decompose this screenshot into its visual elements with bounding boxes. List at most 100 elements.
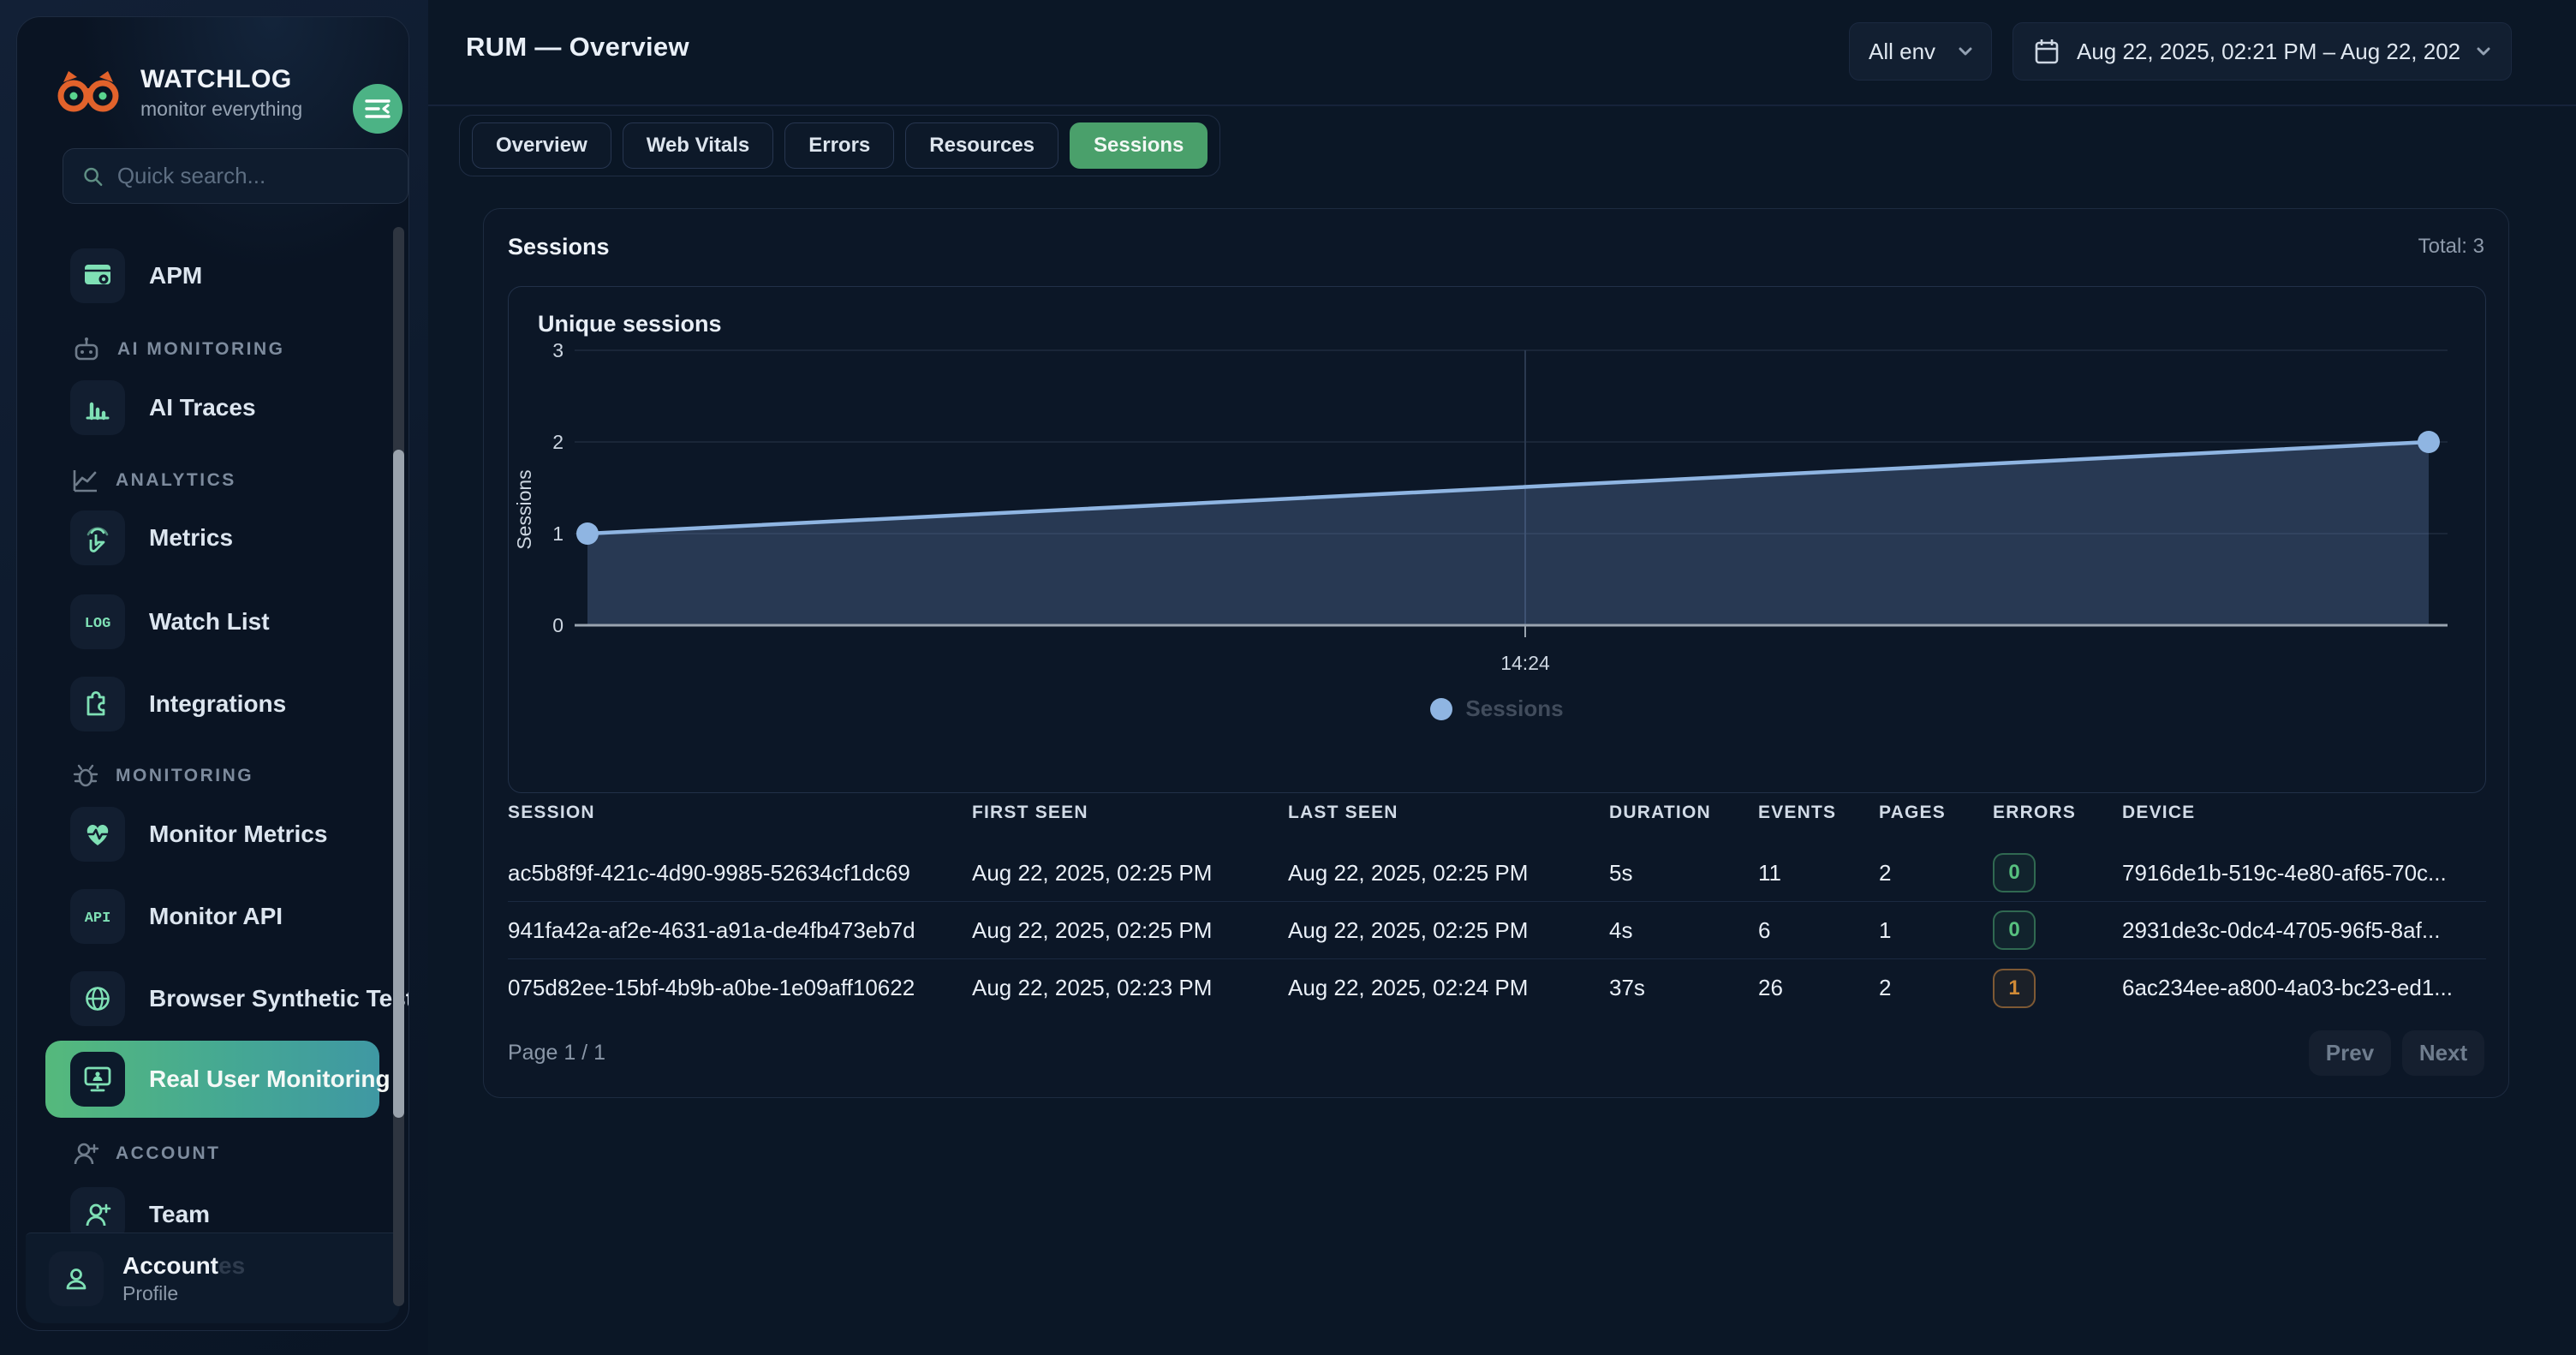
errors-badge: 0: [1993, 910, 2036, 950]
tab-overview[interactable]: Overview: [472, 122, 611, 169]
sessions-panel-title: Sessions: [508, 234, 610, 260]
next-button[interactable]: Next: [2402, 1030, 2484, 1076]
sidebar-item-browser-synthetic-test[interactable]: Browser Synthetic Test: [45, 960, 379, 1037]
watchlog-app: RUM — Overview All env Aug 22, 2025, 02:…: [0, 0, 2576, 1355]
sidebar-scrollbar[interactable]: [393, 227, 404, 1306]
col-duration: DURATION: [1609, 803, 1758, 823]
tab-errors[interactable]: Errors: [784, 122, 894, 169]
sidebar-item-monitor-metrics[interactable]: Monitor Metrics: [45, 796, 379, 873]
device-id: 7916de1b-519c-4e80-af65-70c...: [2122, 860, 2486, 886]
session-id: ac5b8f9f-421c-4d90-9985-52634cf1dc69: [508, 860, 972, 886]
chart-legend[interactable]: Sessions: [509, 695, 2485, 722]
duration: 4s: [1609, 917, 1758, 944]
col-last-seen: LAST SEEN: [1288, 803, 1609, 823]
first-seen: Aug 22, 2025, 02:25 PM: [972, 917, 1288, 944]
env-select-value: All env: [1869, 39, 1935, 65]
sidebar-item-monitor-api[interactable]: API Monitor API: [45, 878, 379, 955]
y-axis-ticks: 0123: [552, 339, 564, 636]
first-seen: Aug 22, 2025, 02:25 PM: [972, 860, 1288, 886]
svg-text:API: API: [85, 910, 111, 927]
account-title: Account: [122, 1252, 218, 1279]
data-point-last: [2418, 431, 2440, 453]
sidebar-item-label: Real User Monitoring: [149, 1065, 391, 1093]
main-region: RUM — Overview All env Aug 22, 2025, 02:…: [428, 0, 2576, 1355]
duration: 5s: [1609, 860, 1758, 886]
first-seen: Aug 22, 2025, 02:23 PM: [972, 975, 1288, 1001]
sidebar-item-watch-list[interactable]: LOG Watch List: [45, 583, 379, 660]
section-label: ANALYTICS: [116, 470, 236, 491]
col-session: SESSION: [508, 803, 972, 823]
unique-sessions-chart-card: 0123 14:24 Sessions Unique sessions Sess…: [508, 286, 2486, 793]
y-axis-tick-label: 1: [552, 522, 564, 545]
account-text: Accountes Profile: [122, 1252, 245, 1305]
watchlog-owl-logo-icon: [57, 69, 120, 118]
account-subtitle: Profile: [122, 1282, 245, 1305]
user-icon: [49, 1251, 104, 1306]
brand-text: WATCHLOG monitor everything: [140, 65, 302, 121]
sidebar-item-label: AI Traces: [149, 394, 256, 421]
table-row[interactable]: 075d82ee-15bf-4b9b-a0be-1e09aff10622 Aug…: [508, 959, 2486, 1017]
sidebar-item-integrations[interactable]: Integrations: [45, 666, 379, 743]
account-profile-card[interactable]: Accountes Profile: [26, 1233, 400, 1323]
sidebar-section-ai-monitoring: AI MONITORING: [72, 336, 284, 363]
chevron-down-icon: [2477, 47, 2490, 56]
sessions-total-count: Total: 3: [2418, 235, 2484, 259]
date-range-picker[interactable]: Aug 22, 2025, 02:21 PM – Aug 22, 2025, 0…: [2012, 22, 2512, 81]
legend-label: Sessions: [1465, 695, 1563, 722]
duration: 37s: [1609, 975, 1758, 1001]
sidebar-item-label: Metrics: [149, 524, 233, 552]
bug-icon: [72, 762, 99, 790]
topbar-controls: All env Aug 22, 2025, 02:21 PM – Aug 22,…: [1849, 22, 2512, 81]
data-point-first: [576, 522, 599, 545]
events: 6: [1758, 917, 1879, 944]
sidebar-item-label: Monitor Metrics: [149, 821, 327, 848]
last-seen: Aug 22, 2025, 02:24 PM: [1288, 975, 1609, 1001]
prev-button[interactable]: Prev: [2309, 1030, 2391, 1076]
account-ghost-text: es: [218, 1252, 245, 1279]
last-seen: Aug 22, 2025, 02:25 PM: [1288, 860, 1609, 886]
sidebar-item-apm[interactable]: APM: [45, 237, 379, 314]
monitor-user-icon: [70, 1052, 125, 1107]
device-id: 6ac234ee-a800-4a03-bc23-ed1...: [2122, 975, 2486, 1001]
brand-tagline: monitor everything: [140, 98, 302, 121]
section-label: AI MONITORING: [117, 339, 284, 360]
table-row[interactable]: 941fa42a-af2e-4631-a91a-de4fb473eb7d Aug…: [508, 902, 2486, 959]
sessions-panel-header: Sessions Total: 3: [484, 209, 2508, 284]
chevron-down-icon: [1959, 47, 1972, 56]
sessions-table: SESSION FIRST SEEN LAST SEEN DURATION EV…: [508, 793, 2486, 1017]
sidebar-scrollbar-thumb[interactable]: [393, 450, 404, 1118]
chart-title: Unique sessions: [538, 311, 722, 337]
col-first-seen: FIRST SEEN: [972, 803, 1288, 823]
top-bar: RUM — Overview All env Aug 22, 2025, 02:…: [428, 0, 2576, 106]
y-axis-tick-label: 3: [552, 339, 564, 361]
heart-pulse-icon: [70, 807, 125, 862]
search-input[interactable]: [117, 163, 389, 189]
pages: 2: [1879, 860, 1993, 886]
session-id: 941fa42a-af2e-4631-a91a-de4fb473eb7d: [508, 917, 972, 944]
page-indicator: Page 1 / 1: [508, 1041, 605, 1065]
y-axis-tick-label: 2: [552, 431, 564, 453]
tab-web-vitals[interactable]: Web Vitals: [623, 122, 774, 169]
env-select[interactable]: All env: [1849, 22, 1992, 81]
sidebar-collapse-button[interactable]: [353, 84, 402, 134]
errors-badge: 0: [1993, 853, 2036, 892]
col-pages: PAGES: [1879, 803, 1993, 823]
table-header-row: SESSION FIRST SEEN LAST SEEN DURATION EV…: [508, 793, 2486, 833]
tab-resources[interactable]: Resources: [905, 122, 1058, 169]
errors-badge: 1: [1993, 969, 2036, 1008]
calendar-icon: [2034, 38, 2060, 65]
device-id: 2931de3c-0dc4-4705-96f5-8af...: [2122, 917, 2486, 944]
col-events: EVENTS: [1758, 803, 1879, 823]
sidebar-item-label: Watch List: [149, 608, 270, 636]
sidebar-item-metrics[interactable]: Metrics: [45, 499, 379, 576]
user-plus-icon: [72, 1141, 99, 1167]
pagination-bar: Page 1 / 1 Prev Next: [508, 1030, 2484, 1076]
table-row[interactable]: ac5b8f9f-421c-4d90-9985-52634cf1dc69 Aug…: [508, 845, 2486, 902]
y-axis-title: Sessions: [513, 469, 535, 549]
quick-search[interactable]: [63, 148, 408, 204]
sidebar-item-ai-traces[interactable]: AI Traces: [45, 369, 379, 446]
section-label: ACCOUNT: [116, 1143, 221, 1164]
brand-name: WATCHLOG: [140, 65, 302, 94]
sidebar-item-real-user-monitoring[interactable]: Real User Monitoring: [45, 1041, 379, 1118]
tab-sessions[interactable]: Sessions: [1070, 122, 1208, 169]
